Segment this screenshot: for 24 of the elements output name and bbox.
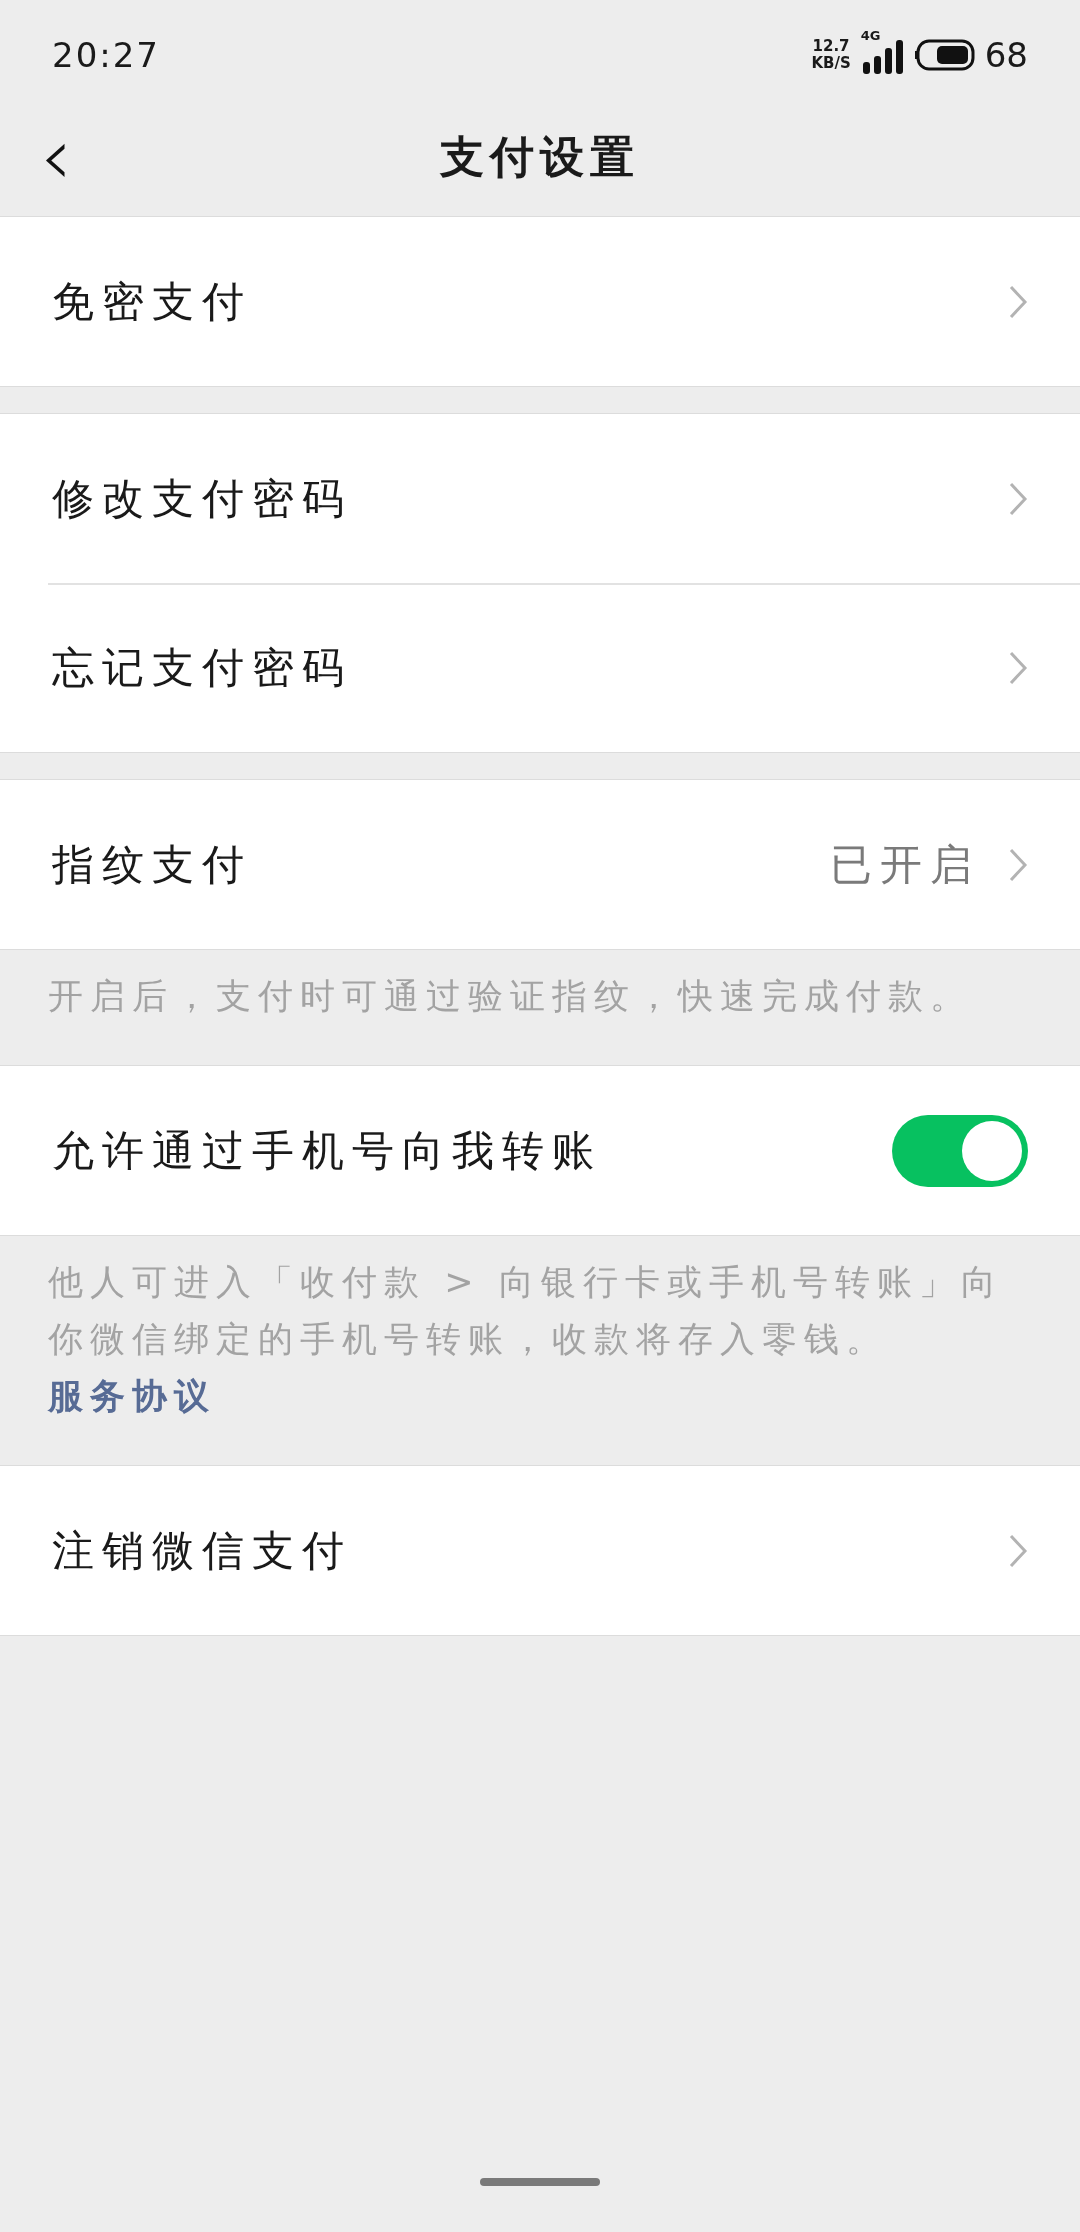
chevron-icon[interactable] [1008, 649, 1028, 686]
signal-icon [860, 40, 905, 74]
chevron-icon[interactable] [1008, 1532, 1028, 1569]
battery-level: 68 [984, 35, 1028, 75]
network-type: 4G [860, 28, 881, 43]
page-title: 支付设置 [440, 129, 640, 184]
battery-icon [914, 39, 975, 71]
setting-label: 指纹支付 [52, 838, 252, 891]
setting-label: 忘记支付密码 [52, 641, 352, 694]
chevron-icon[interactable] [1008, 283, 1028, 320]
back-button[interactable]: ‹ [30, 127, 82, 187]
setting-label: 注销微信支付 [52, 1524, 352, 1577]
chevron-icon[interactable] [1008, 480, 1028, 517]
setting-label: 免密支付 [52, 275, 252, 328]
hint-text: 开启后，支付时可通过验证指纹，快速完成付款。 [48, 975, 973, 1018]
chevron-icon[interactable] [1008, 846, 1028, 883]
setting-label: 允许通过手机号向我转账 [52, 1124, 602, 1177]
home-indicator[interactable] [480, 2178, 600, 2186]
setting-value: 已开启 [830, 838, 980, 891]
hint-text: 他人可进入「收付款 > 向银行卡或手机号转账」向你微信绑定的手机号转账，收款将存入零钱。 服务协议 [48, 1261, 1004, 1418]
clock-time: 20:27 [52, 35, 160, 75]
network-speed: 12.7 KB/S [811, 38, 851, 72]
setting-label: 修改支付密码 [52, 472, 352, 525]
agreement-link[interactable]: 服务协议 [48, 1376, 216, 1416]
